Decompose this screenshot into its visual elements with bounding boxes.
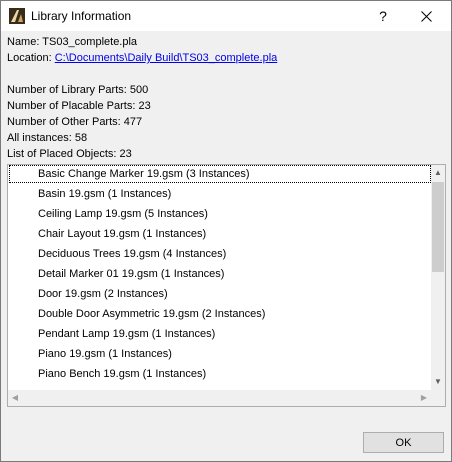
list-item[interactable]: Piano 19.gsm (1 Instances)	[9, 345, 431, 363]
placed-objects-label: List of Placed Objects: 23	[7, 148, 132, 160]
scroll-left-arrow-icon[interactable]: ◀	[8, 390, 22, 406]
close-icon	[420, 10, 432, 22]
list-item[interactable]: Door 19.gsm (2 Instances)	[9, 285, 431, 303]
list-item[interactable]: Deciduous Trees 19.gsm (4 Instances)	[9, 245, 431, 263]
scroll-right-arrow-icon[interactable]: ▶	[417, 390, 431, 406]
scroll-down-arrow-icon[interactable]: ▼	[431, 374, 445, 390]
vertical-scroll-thumb[interactable]	[432, 182, 444, 272]
location-link[interactable]: C:\Documents\Daily Build\TS03_complete.p…	[55, 52, 278, 64]
list-item[interactable]: Detail Marker 01 19.gsm (1 Instances)	[9, 265, 431, 283]
all-instances-count: All instances: 58	[7, 132, 88, 144]
list-viewport: Basic Change Marker 19.gsm (3 Instances)…	[8, 165, 431, 390]
scroll-up-arrow-icon[interactable]: ▲	[431, 165, 445, 181]
name-label: Name:	[7, 36, 40, 48]
library-information-dialog: Library Information ? Name: TS03_complet…	[0, 0, 452, 462]
scrollbar-corner	[431, 390, 445, 406]
location-row: Location: C:\Documents\Daily Build\TS03_…	[7, 52, 277, 64]
help-button[interactable]: ?	[366, 1, 400, 31]
archicad-icon	[9, 8, 25, 24]
list-item[interactable]: Ceiling Lamp 19.gsm (5 Instances)	[9, 205, 431, 223]
list-item[interactable]: Pendant Lamp 19.gsm (1 Instances)	[9, 325, 431, 343]
list-item[interactable]: Chair Layout 19.gsm (1 Instances)	[9, 225, 431, 243]
title-bar: Library Information ?	[1, 1, 451, 31]
placable-parts-count: Number of Placable Parts: 23	[7, 100, 151, 112]
list-item[interactable]: Basic Change Marker 19.gsm (3 Instances)	[9, 165, 431, 183]
name-value: TS03_complete.pla	[42, 36, 138, 48]
horizontal-scrollbar[interactable]: ◀ ▶	[8, 390, 431, 406]
placed-objects-list[interactable]: Basic Change Marker 19.gsm (3 Instances)…	[7, 164, 446, 407]
window-title: Library Information	[31, 9, 132, 23]
name-row: Name: TS03_complete.pla	[7, 36, 137, 48]
library-parts-count: Number of Library Parts: 500	[7, 84, 149, 96]
list-item[interactable]: Piano Bench 19.gsm (1 Instances)	[9, 365, 431, 383]
ok-button[interactable]: OK	[363, 432, 444, 453]
other-parts-count: Number of Other Parts: 477	[7, 116, 143, 128]
vertical-scrollbar[interactable]: ▲ ▼	[431, 165, 445, 390]
list-item[interactable]: Basin 19.gsm (1 Instances)	[9, 185, 431, 203]
close-button[interactable]	[403, 1, 449, 31]
list-item[interactable]: Double Door Asymmetric 19.gsm (2 Instanc…	[9, 305, 431, 323]
location-label: Location:	[7, 52, 52, 64]
